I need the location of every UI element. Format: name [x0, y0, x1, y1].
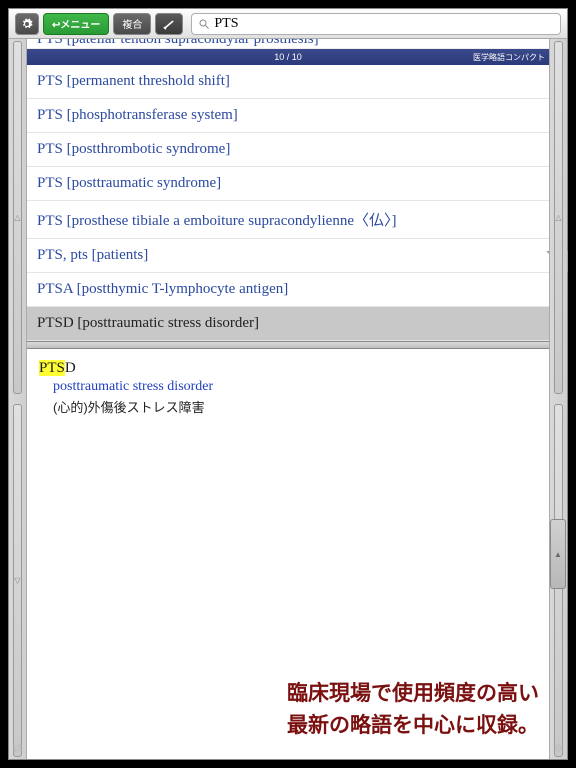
menu-button[interactable]: ↩メニュー	[43, 13, 109, 35]
search-input[interactable]	[214, 16, 554, 32]
search-icon	[198, 18, 210, 30]
term-highlight: PTS	[39, 360, 65, 376]
status-bar: 10 / 10 医学略語コンパクト	[27, 49, 549, 65]
center-panel: PTS [patellar tendon supracondylar prost…	[27, 39, 549, 759]
swap-icon[interactable]: ⇄	[9, 741, 26, 755]
promo-line-1: 臨床現場で使用頻度の高い	[287, 678, 539, 710]
settings-button[interactable]	[15, 13, 39, 35]
left-sidebar: △ ▽ ⇄	[9, 39, 27, 759]
gear-icon	[21, 18, 33, 30]
marker-icon	[162, 18, 176, 30]
result-row[interactable]: PTS [permanent threshold shift]	[27, 65, 549, 99]
search-field[interactable]	[191, 13, 561, 35]
result-counter: 10 / 10	[274, 52, 302, 62]
left-scroll-up[interactable]: △	[13, 41, 21, 394]
toolbar: ↩メニュー 複合	[9, 9, 567, 39]
marker-button[interactable]	[155, 13, 183, 35]
left-scroll-down[interactable]: ▽	[13, 404, 21, 757]
source-label: 医学略語コンパクト	[473, 52, 545, 63]
main-area: △ ▽ ⇄ PTS [patellar tendon supracondylar…	[9, 39, 567, 759]
result-row[interactable]: PTSD [posttraumatic stress disorder]	[27, 307, 549, 341]
detail-term: PTSD	[39, 359, 537, 377]
app-frame: ↩メニュー 複合 △ ▽ ⇄ PTS [patellar tendon supr…	[8, 8, 568, 760]
right-sidebar: △ ▽ ✲	[549, 39, 567, 759]
definition-japanese: (心的)外傷後ストレス障害	[53, 397, 537, 416]
pane-divider[interactable]	[27, 341, 549, 349]
clipped-result-row: PTS [patellar tendon supracondylar prost…	[27, 39, 549, 49]
result-row[interactable]: PTS [postthrombotic syndrome]	[27, 133, 549, 167]
scroll-thumb[interactable]	[550, 519, 566, 589]
definition-english: posttraumatic stress disorder	[53, 379, 537, 395]
promo-overlay: 臨床現場で使用頻度の高い 最新の略語を中心に収録。	[287, 678, 539, 741]
results-list: PTS [permanent threshold shift]PTS [phos…	[27, 65, 549, 341]
result-row[interactable]: PTSA [postthymic T-lymphocyte antigen]	[27, 273, 549, 307]
term-rest: D	[65, 360, 76, 376]
mode-button[interactable]: 複合	[113, 13, 151, 35]
result-row[interactable]: PTS [prosthese tibiale a emboiture supra…	[27, 201, 549, 239]
wheel-icon[interactable]: ✲	[550, 741, 567, 755]
right-scroll-up[interactable]: △	[554, 41, 562, 394]
result-row[interactable]: PTS [phosphotransferase system]	[27, 99, 549, 133]
result-row[interactable]: PTS [posttraumatic syndrome]	[27, 167, 549, 201]
promo-line-2: 最新の略語を中心に収録。	[287, 710, 539, 742]
result-row[interactable]: PTS, pts [patients]	[27, 239, 549, 273]
